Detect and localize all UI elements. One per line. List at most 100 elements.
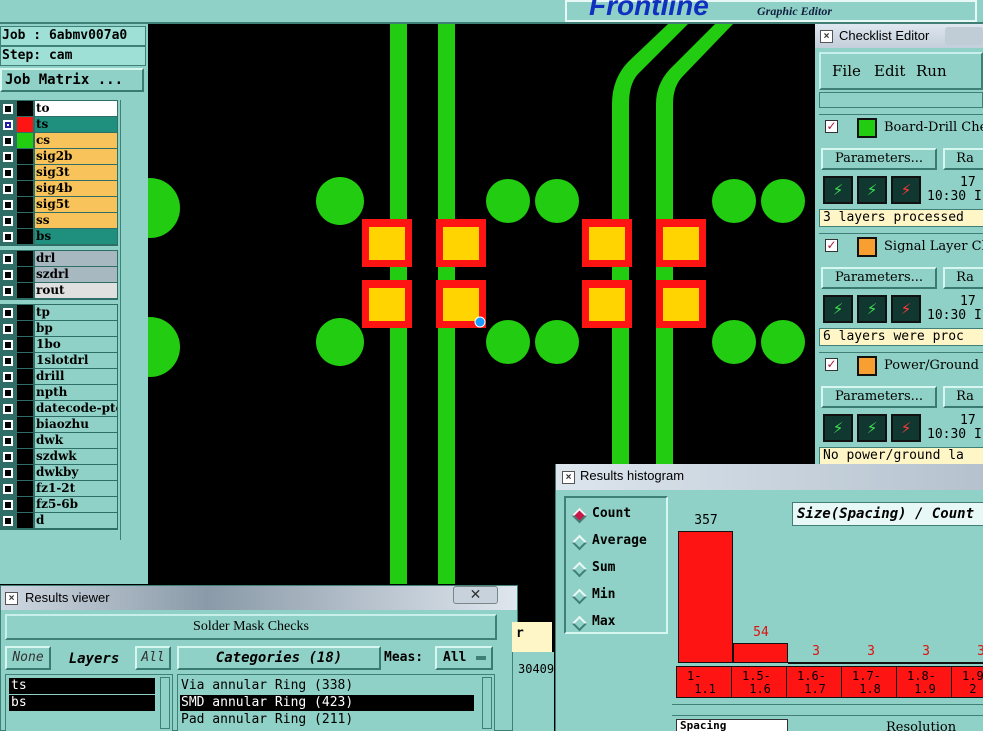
parameters-button[interactable]: Parameters... [821, 267, 937, 289]
layer-checkbox[interactable] [3, 372, 13, 382]
menu-file[interactable]: File [832, 61, 861, 81]
run-icon[interactable]: ⚡ [857, 295, 887, 323]
layer-checkbox[interactable] [3, 216, 13, 226]
layer-checkbox[interactable] [3, 104, 13, 114]
layer-checkbox[interactable] [3, 232, 13, 242]
histogram-bar[interactable] [898, 661, 953, 664]
categories-scrollbar[interactable] [482, 677, 492, 729]
category-list-item[interactable]: SMD annular Ring (423) [180, 695, 474, 711]
job-matrix-button[interactable]: Job Matrix ... [0, 68, 144, 92]
layers-list[interactable]: ts bs [5, 674, 173, 731]
run-action-button[interactable]: Ra [943, 148, 983, 170]
layer-list-item[interactable]: ts [9, 678, 155, 694]
layer-list-item[interactable]: bs [9, 695, 155, 711]
run-icon[interactable]: ⚡ [857, 414, 887, 442]
layer-row-szdwk[interactable]: szdwk [1, 449, 117, 465]
layer-row-drill[interactable]: drill [1, 369, 117, 385]
layer-row-bs[interactable]: bs [1, 229, 117, 245]
layer-row-drl[interactable]: drl [1, 251, 117, 267]
all-button[interactable]: All [135, 646, 171, 670]
layer-checkbox[interactable] [3, 436, 13, 446]
run-action-button[interactable]: Ra [943, 267, 983, 289]
layer-checkbox[interactable] [3, 452, 13, 462]
histogram-bar[interactable] [843, 661, 898, 664]
layer-checkbox[interactable] [3, 136, 13, 146]
histogram-bar[interactable] [733, 643, 788, 663]
layer-checkbox[interactable] [3, 324, 13, 334]
radio-count[interactable] [571, 507, 588, 524]
radio-min[interactable] [571, 588, 588, 605]
layer-checkbox[interactable] [3, 468, 13, 478]
layer-checkbox[interactable] [3, 286, 13, 296]
layers-scrollbar[interactable] [160, 677, 170, 729]
layer-checkbox[interactable] [3, 254, 13, 264]
layer-row-fz5-6b[interactable]: fz5-6b [1, 497, 117, 513]
run-icon[interactable]: ⚡ [891, 295, 921, 323]
layer-row-szdrl[interactable]: szdrl [1, 267, 117, 283]
section-checkbox[interactable]: ✓ [825, 358, 838, 371]
layer-checkbox[interactable] [3, 270, 13, 280]
categories-list[interactable]: Via annular Ring (338) SMD annular Ring (… [177, 674, 495, 731]
layer-row-1bo[interactable]: 1bo [1, 337, 117, 353]
layer-checkbox[interactable] [3, 168, 13, 178]
layer-row-ts[interactable]: ts [1, 117, 117, 133]
menu-edit[interactable]: Edit [874, 61, 905, 81]
layer-row-sig3t[interactable]: sig3t [1, 165, 117, 181]
layer-row-datecode-ptc[interactable]: datecode-ptc [1, 401, 117, 417]
layer-row-sig4b[interactable]: sig4b [1, 181, 117, 197]
meas-dropdown[interactable]: All [435, 646, 493, 670]
layer-scroll-area[interactable] [120, 100, 146, 540]
menu-run[interactable]: Run [916, 61, 947, 81]
categories-button[interactable]: Categories (18) [177, 646, 381, 670]
layer-checkbox[interactable] [3, 420, 13, 430]
layer-row-bp[interactable]: bp [1, 321, 117, 337]
layer-checkbox[interactable] [3, 120, 13, 130]
layer-checkbox[interactable] [3, 308, 13, 318]
layer-row-dwk[interactable]: dwk [1, 433, 117, 449]
layer-checkbox[interactable] [3, 184, 13, 194]
layer-checkbox[interactable] [3, 516, 13, 526]
parameters-button[interactable]: Parameters... [821, 386, 937, 408]
bin-label[interactable]: 1.6- 1.7 [787, 667, 842, 697]
category-list-item[interactable]: Via annular Ring (338) [180, 678, 474, 694]
layer-checkbox[interactable] [3, 404, 13, 414]
category-list-item[interactable]: Pad annular Ring (211) [180, 712, 474, 728]
layer-checkbox[interactable] [3, 500, 13, 510]
layer-row-dwkby[interactable]: dwkby [1, 465, 117, 481]
bin-label[interactable]: 1.7- 1.8 [842, 667, 897, 697]
layer-row-1slotdrl[interactable]: 1slotdrl [1, 353, 117, 369]
layer-row-biaozhu[interactable]: biaozhu [1, 417, 117, 433]
layer-row-sig5t[interactable]: sig5t [1, 197, 117, 213]
bin-label[interactable]: 1- 1.1 [677, 667, 732, 697]
section-checkbox[interactable]: ✓ [825, 239, 838, 252]
run-action-button[interactable]: Ra [943, 386, 983, 408]
histogram-bar[interactable] [788, 661, 843, 664]
run-icon[interactable]: ⚡ [857, 176, 887, 204]
layer-checkbox[interactable] [3, 340, 13, 350]
parameters-button[interactable]: Parameters... [821, 148, 937, 170]
section-checkbox[interactable]: ✓ [825, 120, 838, 133]
layer-checkbox[interactable] [3, 388, 13, 398]
radio-average[interactable] [571, 534, 588, 551]
window-controls[interactable] [945, 27, 983, 45]
layer-row-d[interactable]: d [1, 513, 117, 529]
histogram-bar[interactable] [678, 531, 733, 663]
radio-max[interactable] [571, 615, 588, 632]
run-icon[interactable]: ⚡ [823, 295, 853, 323]
histogram-bar[interactable] [953, 661, 983, 664]
layer-checkbox[interactable] [3, 152, 13, 162]
layer-checkbox[interactable] [3, 484, 13, 494]
layer-row-rout[interactable]: rout [1, 283, 117, 299]
bin-label[interactable]: 1.9 2 [952, 667, 983, 697]
layer-row-fz1-2t[interactable]: fz1-2t [1, 481, 117, 497]
histogram-scrollbar[interactable] [672, 704, 983, 716]
close-icon[interactable]: ✕ [453, 586, 498, 604]
layer-row-sig2b[interactable]: sig2b [1, 149, 117, 165]
layer-checkbox[interactable] [3, 200, 13, 210]
layer-row-npth[interactable]: npth [1, 385, 117, 401]
run-icon[interactable]: ⚡ [823, 414, 853, 442]
layer-row-to[interactable]: to [1, 101, 117, 117]
bin-label[interactable]: 1.8- 1.9 [897, 667, 952, 697]
run-icon[interactable]: ⚡ [891, 414, 921, 442]
layer-row-tp[interactable]: tp [1, 305, 117, 321]
